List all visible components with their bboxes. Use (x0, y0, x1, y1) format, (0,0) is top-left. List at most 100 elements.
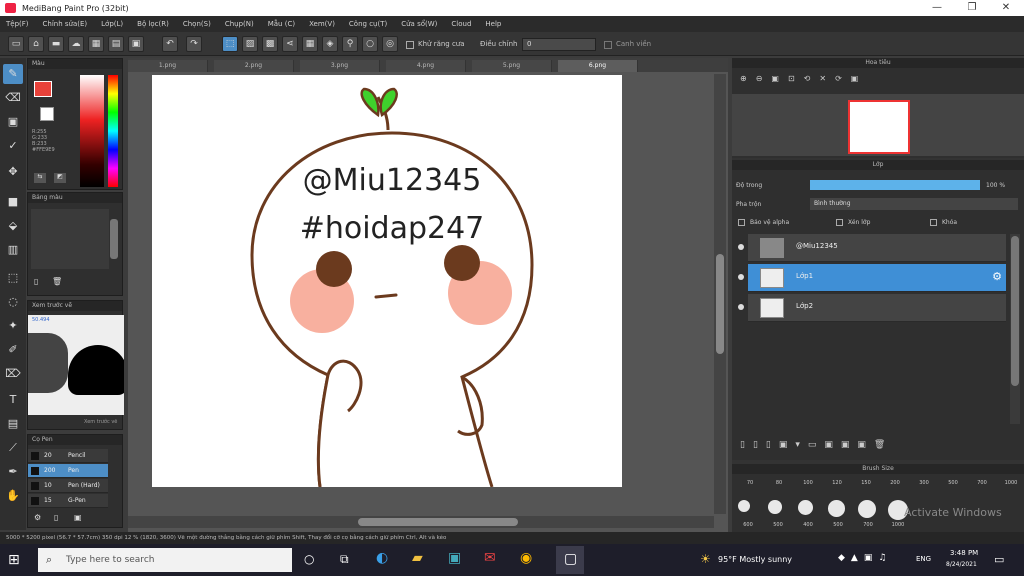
select-eraser-icon[interactable]: ⌦ (3, 364, 23, 384)
close-button[interactable]: ✕ (989, 0, 1023, 16)
tab-4[interactable]: 4.png (386, 60, 466, 72)
delete-palette-icon[interactable]: 🗑 (52, 277, 62, 286)
check-tool-icon[interactable]: ✓ (3, 136, 23, 156)
menu-view[interactable]: Xem(V) (309, 20, 335, 28)
snap-icon[interactable]: ⚲ (342, 36, 358, 52)
tray-icons[interactable]: ◆▲▣♫ (838, 553, 892, 563)
page-icon[interactable]: ▤ (108, 36, 124, 52)
color-sv-picker[interactable] (80, 75, 104, 187)
layer-visibility-icon[interactable] (738, 274, 744, 280)
brush-list-item[interactable]: 10 Pen (Hard) (28, 479, 108, 493)
brush-size-option[interactable]: 500 (943, 480, 963, 486)
hue-slider[interactable] (108, 75, 118, 187)
palette-scrollbar[interactable] (110, 219, 118, 259)
menu-template[interactable]: Mẫu (C) (268, 20, 295, 28)
maximize-button[interactable]: ❐ (955, 0, 989, 16)
undo-icon[interactable]: ↶ (162, 36, 178, 52)
fill-select-icon[interactable]: ▩ (262, 36, 278, 52)
antialias-checkbox[interactable] (406, 41, 414, 49)
opacity-slider[interactable] (810, 180, 980, 190)
language-indicator[interactable]: ENG (916, 555, 931, 563)
minimize-button[interactable]: — (920, 0, 954, 16)
copy-brush-icon[interactable]: ▯ (54, 513, 58, 522)
chat-icon[interactable]: ▬ (48, 36, 64, 52)
magic-wand-icon[interactable]: ✦ (3, 316, 23, 336)
brush-size-option[interactable]: 100 (798, 480, 818, 486)
brush-list-item[interactable]: 200 Pen (28, 464, 108, 478)
correction-select[interactable]: 0 (522, 38, 596, 51)
brush-list-item[interactable]: 20 Pencil (28, 449, 108, 463)
vertical-scrollbar[interactable] (716, 254, 724, 354)
menu-select[interactable]: Chọn(S) (183, 20, 211, 28)
menu-tools[interactable]: Công cụ(T) (349, 20, 387, 28)
rect-tool-icon[interactable]: ■ (3, 192, 23, 212)
clipping-checkbox[interactable] (836, 219, 843, 226)
primary-color-swatch[interactable] (34, 81, 52, 97)
tab-6[interactable]: 6.png (558, 60, 638, 72)
mail-icon[interactable]: ✉ (484, 550, 496, 566)
reset-color-icon[interactable]: ◩ (54, 173, 66, 183)
eyedropper-tool-icon[interactable]: ⟋ (3, 438, 23, 458)
brush-size-dot[interactable] (738, 500, 750, 512)
divide-tool-icon[interactable]: ▤ (3, 414, 23, 434)
tab-1[interactable]: 1.png (128, 60, 208, 72)
menu-edit[interactable]: Chỉnh sửa(E) (43, 20, 88, 28)
dot-tool-icon[interactable]: ▣ (3, 112, 23, 132)
brush-size-option[interactable]: 1000 (1001, 480, 1021, 486)
menu-filter[interactable]: Bộ lọc(R) (137, 20, 169, 28)
cortana-icon[interactable]: ○ (304, 552, 314, 566)
secondary-color-swatch[interactable] (40, 107, 54, 121)
layer-visibility-icon[interactable] (738, 304, 744, 310)
circle-icon[interactable]: ○ (362, 36, 378, 52)
layer-row-selected[interactable]: Lớp1 ⚙ (738, 264, 1006, 292)
preview-tab[interactable]: Xem trước vẽ (84, 419, 117, 425)
home-icon[interactable]: ⌂ (28, 36, 44, 52)
menu-cloud[interactable]: Cloud (451, 20, 471, 28)
layer-visibility-icon[interactable] (738, 244, 744, 250)
brush-size-option[interactable]: 70 (740, 480, 760, 486)
text-tool-icon[interactable]: T (3, 390, 23, 410)
select-pen-icon[interactable]: ✐ (3, 340, 23, 360)
brush-size-dot[interactable] (828, 500, 845, 517)
brush-size-dot[interactable] (798, 500, 814, 516)
add-brush-icon[interactable]: ⚙ (34, 513, 41, 522)
brush-size-dot[interactable] (768, 500, 782, 514)
store-icon[interactable]: ▣ (448, 550, 461, 566)
transform-icon[interactable]: ⋖ (282, 36, 298, 52)
pen-tool-icon[interactable]: ✒ (3, 462, 23, 482)
navigator-thumbnail[interactable] (848, 100, 910, 154)
target-icon[interactable]: ◎ (382, 36, 398, 52)
brush-tool-icon[interactable]: ✎ (3, 64, 23, 84)
menu-help[interactable]: Help (485, 20, 501, 28)
edge-icon[interactable]: ◐ (376, 550, 388, 566)
weather-text[interactable]: 95°F Mostly sunny (718, 555, 792, 564)
tab-2[interactable]: 2.png (214, 60, 294, 72)
brush-size-option[interactable]: 80 (769, 480, 789, 486)
layer-row-text[interactable]: @Miu12345 (738, 234, 1006, 262)
perspective-icon[interactable]: ◈ (322, 36, 338, 52)
lasso-icon[interactable]: ▨ (242, 36, 258, 52)
blend-select[interactable]: Bình thường (810, 198, 1018, 210)
add-palette-icon[interactable]: ▯ (34, 277, 38, 286)
medibang-taskbar-item[interactable]: ▢ (556, 546, 584, 574)
tab-3[interactable]: 3.png (300, 60, 380, 72)
chrome-icon[interactable]: ◉ (520, 550, 532, 566)
canvas-paper[interactable]: @Miu12345 #hoidap247 (152, 75, 622, 487)
layer-settings-icon[interactable]: ⚙ (992, 270, 1002, 283)
grid-icon[interactable]: ▦ (88, 36, 104, 52)
layer-row[interactable]: Lớp2 (738, 294, 1006, 322)
clock-date[interactable]: 8/24/2021 (946, 561, 977, 568)
redo-icon[interactable]: ↷ (186, 36, 202, 52)
new-file-icon[interactable]: ▭ (8, 36, 24, 52)
eraser-tool-icon[interactable]: ⌫ (3, 88, 23, 108)
brush-size-dot[interactable] (858, 500, 877, 519)
layer-toolbar[interactable]: ▯▯▯▣▾▭▣▣▣🗑 (740, 440, 893, 450)
horizontal-scrollbar[interactable] (358, 518, 518, 526)
tab-5[interactable]: 5.png (472, 60, 552, 72)
gradient-tool-icon[interactable]: ▥ (3, 240, 23, 260)
select-icon[interactable]: ⬚ (222, 36, 238, 52)
brush-list-item[interactable]: 15 G-Pen (28, 494, 108, 508)
brush-size-option[interactable]: 300 (914, 480, 934, 486)
lock-checkbox[interactable] (604, 41, 612, 49)
notification-icon[interactable]: ▭ (994, 553, 1004, 566)
